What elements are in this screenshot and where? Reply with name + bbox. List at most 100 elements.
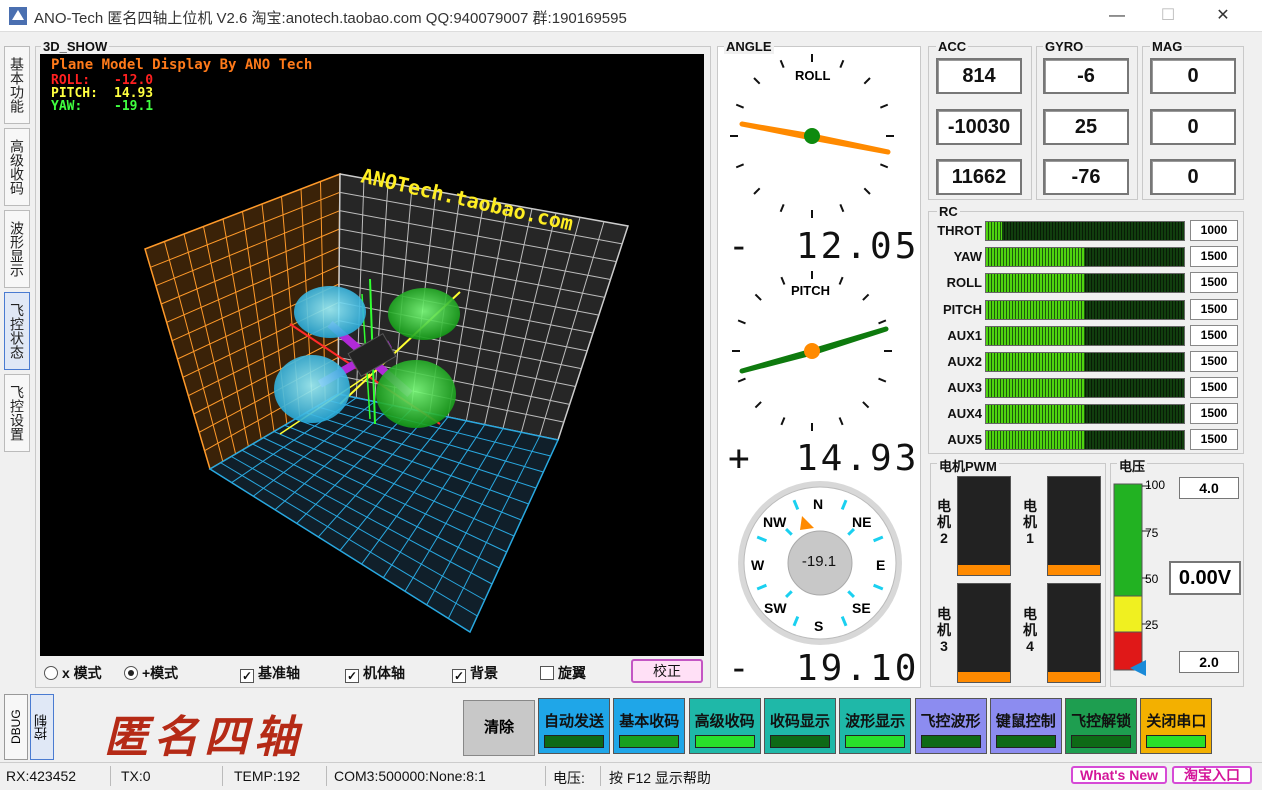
status-led-icon [694, 735, 755, 748]
background-checkbox[interactable]: ✓ 背景 [452, 663, 498, 683]
status-led-icon [845, 735, 906, 748]
close-button[interactable]: ✕ [1200, 0, 1246, 32]
rc-channel-label: ROLL [946, 275, 982, 290]
compass-w-label: W [751, 557, 765, 573]
function-button-label: 基本收码 [619, 713, 680, 730]
compass-n-label: N [813, 496, 824, 512]
debug-tab[interactable]: DBUG [4, 694, 28, 760]
clear-button[interactable]: 清除 [463, 700, 535, 756]
voltage-max-field[interactable]: 4.0 [1179, 477, 1239, 499]
motor-4-bar [1047, 583, 1101, 683]
function-button[interactable]: 键鼠控制 [989, 698, 1062, 754]
tab-advanced-receive[interactable]: 高级收码 [4, 128, 30, 206]
rc-channel-fill [986, 248, 1085, 266]
rc-channel-bar [985, 221, 1185, 241]
body-axis-checkbox[interactable]: ✓ 机体轴 [345, 663, 405, 683]
motor-3-label: 电机3 [937, 606, 951, 654]
function-button[interactable]: 波形显示 [839, 698, 912, 754]
function-button-label: 自动发送 [543, 713, 604, 730]
mag-x-value: 0 [1150, 58, 1236, 94]
function-button[interactable]: 飞控波形 [914, 698, 987, 754]
3d-scene: ANOTech.taobao.com [144, 163, 629, 634]
function-button[interactable]: 高级收码 [688, 698, 761, 754]
motor-2-label: 电机2 [937, 498, 951, 546]
rc-channel-value: 1500 [1190, 325, 1238, 346]
motor-pwm-label: 电机PWM [937, 456, 999, 475]
acc-y-value: -10030 [936, 109, 1022, 145]
status-led-icon [920, 735, 981, 748]
background-label: 背景 [470, 665, 498, 681]
rotor-label: 旋翼 [558, 665, 586, 681]
calibrate-button[interactable]: 校正 [631, 659, 703, 683]
3d-show-label: 3D_SHOW [41, 39, 110, 54]
function-button[interactable]: 收码显示 [763, 698, 836, 754]
motor-3-fill [958, 672, 1010, 682]
status-led-icon [769, 735, 830, 748]
mag-y-value: 0 [1150, 109, 1236, 145]
voltage-min-field[interactable]: 2.0 [1179, 651, 1239, 673]
title-bar: ANO-Tech 匿名四轴上位机 V2.6 淘宝:anotech.taobao.… [0, 0, 1262, 32]
checkmark-icon: ✓ [345, 669, 359, 683]
rc-channel-row: AUX5 1500 [932, 429, 1244, 451]
acc-label: ACC [936, 39, 969, 54]
yaw-readout-label: YAW: [51, 99, 83, 114]
rc-channel-fill [986, 222, 1002, 240]
tab-flight-settings[interactable]: 飞控设置 [4, 374, 30, 452]
control-tab[interactable]: 控制 [30, 694, 54, 760]
pitch-sign: + [728, 438, 753, 479]
rc-channel-value: 1500 [1190, 272, 1238, 293]
rc-channel-label: AUX3 [947, 380, 982, 395]
rc-channel-label: AUX5 [947, 432, 982, 447]
radio-icon [44, 666, 58, 680]
yaw-sign: - [728, 648, 753, 689]
motor-1-bar [1047, 476, 1101, 576]
side-tab-bar: 基本功能 高级收码 波形显示 飞控状态 飞控设置 [0, 36, 32, 686]
x-mode-radio[interactable]: x 模式 [44, 663, 102, 683]
function-button-label: 飞控波形 [920, 713, 981, 730]
x-mode-label: x 模式 [62, 665, 102, 681]
taobao-shop-button[interactable]: 淘宝入口 [1172, 766, 1252, 784]
rotor-checkbox[interactable]: 旋翼 [540, 663, 586, 683]
view-header-text: Plane Model Display By ANO Tech [51, 57, 313, 73]
motor-2-bar [957, 476, 1011, 576]
rx-count: RX:423452 [6, 768, 77, 784]
window-title: ANO-Tech 匿名四轴上位机 V2.6 淘宝:anotech.taobao.… [34, 10, 627, 27]
yaw-readout-value: -19.1 [114, 99, 154, 114]
minimize-button[interactable]: — [1094, 0, 1140, 32]
rc-channel-bar [985, 378, 1185, 398]
rc-channel-value: 1000 [1190, 220, 1238, 241]
rc-channel-value: 1500 [1190, 377, 1238, 398]
function-button-label: 飞控解锁 [1071, 713, 1132, 730]
status-bar: RX:423452 TX:0 TEMP:192 COM3:500000:None… [0, 762, 1262, 790]
whats-new-button[interactable]: What's New [1071, 766, 1167, 784]
function-button[interactable]: 自动发送 [538, 698, 610, 754]
tab-waveform[interactable]: 波形显示 [4, 210, 30, 288]
status-led-icon [619, 735, 680, 748]
function-button[interactable]: 飞控解锁 [1065, 698, 1138, 754]
rc-channel-label: AUX2 [947, 354, 982, 369]
rc-channel-fill [986, 353, 1085, 371]
acc-z-value: 11662 [936, 159, 1022, 195]
base-axis-label: 基准轴 [258, 665, 300, 681]
function-button[interactable]: 基本收码 [613, 698, 686, 754]
voltage-label: 电压 [1117, 456, 1148, 475]
rc-channel-label: PITCH [943, 302, 982, 317]
maximize-button[interactable]: ☐ [1145, 0, 1191, 32]
app-logo-icon [9, 7, 27, 25]
status-led-icon [1146, 735, 1207, 748]
tab-flight-status[interactable]: 飞控状态 [4, 292, 30, 370]
rc-channel-bar [985, 430, 1185, 450]
radio-selected-icon [124, 666, 138, 680]
body-axis-label: 机体轴 [363, 665, 405, 681]
tab-basic-functions[interactable]: 基本功能 [4, 46, 30, 124]
roll-dial-label: ROLL [795, 68, 831, 83]
rc-channel-row: YAW 1500 [932, 246, 1244, 268]
base-axis-checkbox[interactable]: ✓ 基准轴 [240, 663, 300, 683]
compass-ne-label: NE [852, 514, 872, 530]
rc-channel-label: AUX1 [947, 328, 982, 343]
voltage-current-value: 0.00V [1169, 561, 1241, 595]
rc-channel-value: 1500 [1190, 246, 1238, 267]
plus-mode-radio[interactable]: +模式 [124, 663, 178, 683]
function-button[interactable]: 关闭串口 [1140, 698, 1213, 754]
3d-viewport[interactable]: ANOTech.taobao.com Plane Model Display B… [40, 54, 704, 656]
